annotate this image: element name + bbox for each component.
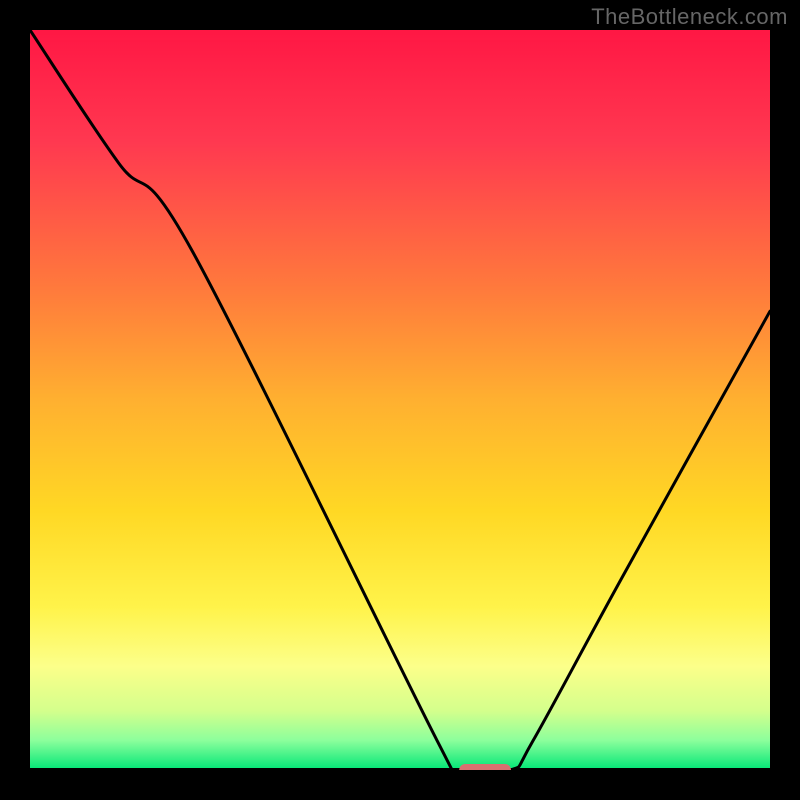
watermark-text: TheBottleneck.com — [591, 4, 788, 30]
optimal-zone-marker — [459, 764, 511, 770]
chart-background-gradient — [30, 30, 770, 770]
bottleneck-chart — [30, 30, 770, 770]
